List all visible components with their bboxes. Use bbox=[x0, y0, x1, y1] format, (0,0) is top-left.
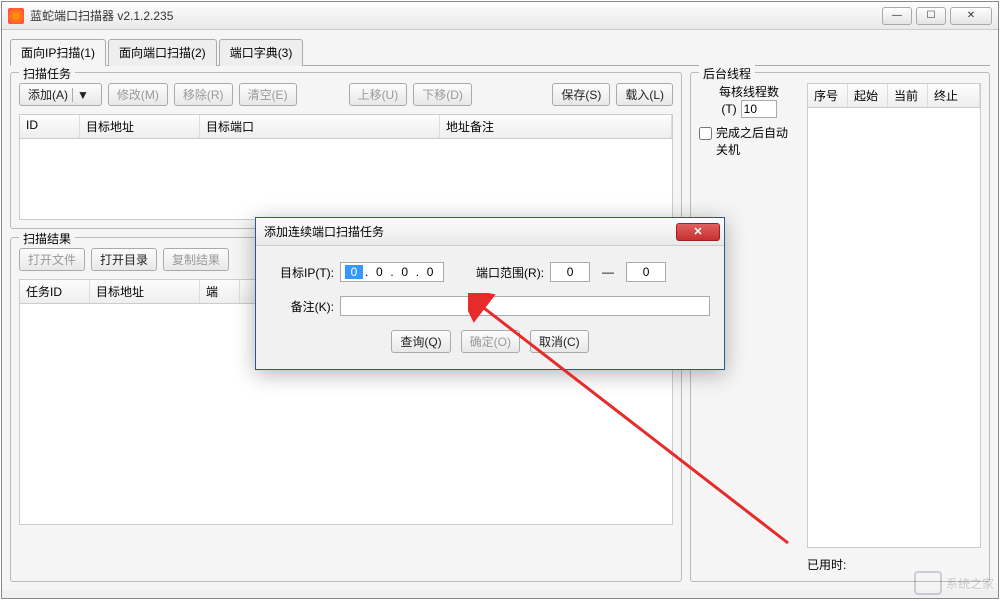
move-down-button[interactable]: 下移(D) bbox=[413, 83, 472, 106]
col-current[interactable]: 当前 bbox=[888, 84, 928, 107]
range-dash: — bbox=[596, 265, 620, 279]
col-target-port[interactable]: 目标端口 bbox=[200, 115, 440, 138]
ip-octet-4[interactable]: 0 bbox=[421, 265, 439, 279]
ip-octet-3[interactable]: 0 bbox=[396, 265, 414, 279]
remove-button[interactable]: 移除(R) bbox=[174, 83, 233, 106]
load-button[interactable]: 载入(L) bbox=[616, 83, 673, 106]
group-title: 后台线程 bbox=[699, 65, 755, 82]
button-label: 确定(O) bbox=[470, 333, 511, 350]
tab-label: 面向IP扫描(1) bbox=[21, 46, 95, 60]
group-title: 扫描任务 bbox=[19, 65, 75, 82]
task-table[interactable]: ID 目标地址 目标端口 地址备注 bbox=[19, 114, 673, 220]
target-ip-input[interactable]: 0. 0. 0. 0 bbox=[340, 262, 444, 282]
button-label: 上移(U) bbox=[358, 86, 399, 103]
ok-button[interactable]: 确定(O) bbox=[461, 330, 520, 353]
clear-button[interactable]: 清空(E) bbox=[239, 83, 297, 106]
move-up-button[interactable]: 上移(U) bbox=[349, 83, 408, 106]
dialog-title: 添加连续端口扫描任务 bbox=[264, 223, 384, 240]
port-from-input[interactable] bbox=[550, 262, 590, 282]
dropdown-arrow-icon[interactable]: ▼ bbox=[72, 88, 93, 102]
button-label: 修改(M) bbox=[117, 86, 159, 103]
dialog-close-button[interactable]: ✕ bbox=[676, 223, 720, 241]
tab-port-scan[interactable]: 面向端口扫描(2) bbox=[108, 39, 217, 66]
per-core-key: (T) bbox=[721, 102, 736, 116]
close-button[interactable]: ✕ bbox=[950, 7, 992, 25]
ip-octet-1[interactable]: 0 bbox=[345, 265, 363, 279]
maximize-button[interactable]: ☐ bbox=[916, 7, 946, 25]
watermark-text: 系统之家 bbox=[946, 575, 994, 592]
button-label: 取消(C) bbox=[539, 333, 580, 350]
table-header: 序号 起始 当前 终止 bbox=[808, 84, 980, 108]
button-label: 载入(L) bbox=[625, 86, 664, 103]
open-file-button[interactable]: 打开文件 bbox=[19, 248, 85, 271]
col-start[interactable]: 起始 bbox=[848, 84, 888, 107]
checkbox-label: 完成之后自动关机 bbox=[716, 124, 799, 158]
tabs: 面向IP扫描(1) 面向端口扫描(2) 端口字典(3) bbox=[10, 38, 990, 66]
col-target-addr[interactable]: 目标地址 bbox=[80, 115, 200, 138]
threads-table[interactable]: 序号 起始 当前 终止 bbox=[807, 83, 981, 548]
dialog-titlebar[interactable]: 添加连续端口扫描任务 ✕ bbox=[256, 218, 724, 246]
open-dir-button[interactable]: 打开目录 bbox=[91, 248, 157, 271]
button-label: 查询(Q) bbox=[400, 333, 441, 350]
tab-label: 面向端口扫描(2) bbox=[119, 46, 206, 60]
cancel-button[interactable]: 取消(C) bbox=[530, 330, 589, 353]
group-title: 扫描结果 bbox=[19, 230, 75, 247]
col-task-id[interactable]: 任务ID bbox=[20, 280, 90, 303]
checkbox-icon[interactable] bbox=[699, 127, 712, 140]
col-seq[interactable]: 序号 bbox=[808, 84, 848, 107]
watermark: 系统之家 bbox=[914, 571, 994, 595]
copy-result-button[interactable]: 复制结果 bbox=[163, 248, 229, 271]
button-label: 打开目录 bbox=[100, 251, 148, 268]
window-controls: — ☐ ✕ bbox=[882, 7, 992, 25]
col-addr-remark[interactable]: 地址备注 bbox=[440, 115, 672, 138]
tab-ip-scan[interactable]: 面向IP扫描(1) bbox=[10, 39, 106, 66]
col-port[interactable]: 端 bbox=[200, 280, 240, 303]
remark-input[interactable] bbox=[340, 296, 710, 316]
add-button[interactable]: 添加(A) ▼ bbox=[19, 83, 102, 106]
app-icon bbox=[8, 8, 24, 24]
remark-label: 备注(K): bbox=[270, 298, 334, 315]
watermark-icon bbox=[914, 571, 942, 595]
col-target-addr[interactable]: 目标地址 bbox=[90, 280, 200, 303]
per-core-input[interactable] bbox=[741, 100, 777, 118]
bg-threads-group: 后台线程 每核线程数 (T) 完成之后自动关机 bbox=[690, 72, 990, 582]
auto-shutdown-checkbox[interactable]: 完成之后自动关机 bbox=[699, 124, 799, 158]
titlebar: 蓝蛇端口扫描器 v2.1.2.235 — ☐ ✕ bbox=[2, 2, 998, 30]
window-title: 蓝蛇端口扫描器 v2.1.2.235 bbox=[30, 7, 173, 24]
table-body bbox=[808, 108, 980, 508]
add-task-dialog: 添加连续端口扫描任务 ✕ 目标IP(T): 0. 0. 0. 0 端口范围(R)… bbox=[255, 217, 725, 370]
query-button[interactable]: 查询(Q) bbox=[391, 330, 450, 353]
button-label: 打开文件 bbox=[28, 251, 76, 268]
dialog-button-row: 查询(Q) 确定(O) 取消(C) bbox=[270, 330, 710, 353]
button-label: 清空(E) bbox=[248, 86, 288, 103]
scan-task-group: 扫描任务 添加(A) ▼ 修改(M) 移除(R) 清空(E) 上移(U) 下移(… bbox=[10, 72, 682, 229]
task-toolbar: 添加(A) ▼ 修改(M) 移除(R) 清空(E) 上移(U) 下移(D) 保存… bbox=[19, 83, 673, 106]
col-id[interactable]: ID bbox=[20, 115, 80, 138]
button-label: 复制结果 bbox=[172, 251, 220, 268]
elapsed-label: 已用时: bbox=[807, 558, 846, 572]
table-body bbox=[20, 139, 672, 219]
save-button[interactable]: 保存(S) bbox=[552, 83, 610, 106]
ip-octet-2[interactable]: 0 bbox=[370, 265, 388, 279]
tab-label: 端口字典(3) bbox=[230, 46, 293, 60]
target-ip-label: 目标IP(T): bbox=[270, 264, 334, 281]
tab-port-dict[interactable]: 端口字典(3) bbox=[219, 39, 304, 66]
per-core-label: 每核线程数 bbox=[699, 83, 799, 100]
port-range-label: 端口范围(R): bbox=[476, 264, 544, 281]
table-header: ID 目标地址 目标端口 地址备注 bbox=[20, 115, 672, 139]
modify-button[interactable]: 修改(M) bbox=[108, 83, 168, 106]
button-label: 添加(A) bbox=[28, 86, 68, 103]
port-to-input[interactable] bbox=[626, 262, 666, 282]
col-end[interactable]: 终止 bbox=[928, 84, 980, 107]
dialog-body: 目标IP(T): 0. 0. 0. 0 端口范围(R): — 备注(K): 查询… bbox=[256, 246, 724, 369]
minimize-button[interactable]: — bbox=[882, 7, 912, 25]
button-label: 保存(S) bbox=[561, 86, 601, 103]
button-label: 移除(R) bbox=[183, 86, 224, 103]
button-label: 下移(D) bbox=[422, 86, 463, 103]
